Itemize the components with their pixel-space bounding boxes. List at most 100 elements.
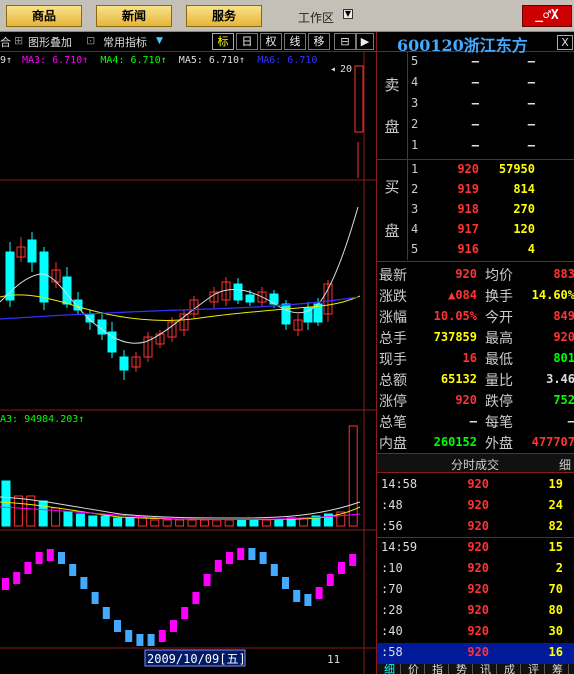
stat-value: ▲084 [448,288,477,302]
workarea-dropdown-icon[interactable]: ▼ [343,9,353,19]
bottom-tab[interactable]: 评 [523,664,545,674]
oscillator-bar [147,634,155,646]
common-indicators-button[interactable]: 常用指标 [103,34,147,50]
volume-bar [212,519,222,527]
ma-legend-item: MA6: 6.710 [257,55,317,66]
oscillator-bar [136,634,144,646]
sell-price: – [471,96,479,110]
stat-value: 14.60% [531,288,574,302]
oscillator-bar [35,552,43,564]
buy-volume: 4 [527,242,535,256]
volume-bar [38,500,48,527]
stat-value: 3.46 [546,372,574,386]
sell-price: – [471,75,479,89]
volume-bar [274,519,284,527]
tick-row: :56 920 82 [377,517,574,538]
stat-label: 总笔 [379,415,407,431]
overlay-label[interactable]: 合 [0,34,11,50]
workarea-label[interactable]: 工作区 [298,9,334,26]
volume-bar [175,519,185,527]
indicators-dropdown-icon[interactable]: ▼ [156,36,163,46]
buy-level: 4 [411,222,419,236]
volume-bar [237,519,247,527]
sell-label-top: 卖 [384,76,400,94]
tick-row: :10 920 2 [377,559,574,580]
price-marker: ◂ [330,64,336,75]
buy-level: 2 [411,182,419,196]
tick-volume: 80 [548,603,563,617]
day-button[interactable]: 日 [236,33,258,50]
bottom-tab[interactable]: 价 [403,664,425,674]
tick-title: 分时成交 [451,458,500,472]
tick-detail-tab[interactable]: 细 [559,456,571,473]
divider [377,261,574,262]
service-button[interactable]: 服务 [186,5,262,27]
overlay-icon[interactable]: ⊞ [14,34,23,47]
move-button[interactable]: 移 [308,33,330,50]
sell-level: 2 [411,117,419,131]
bottom-tab[interactable]: 势 [451,664,473,674]
chart-overlay-button[interactable]: 图形叠加 [28,34,72,50]
volume-bar [137,517,147,527]
stat-label: 量比 [485,373,513,389]
oscillator-bar [248,548,256,560]
stat-value: 260152 [433,435,477,449]
buy-label-bottom: 盘 [384,222,400,240]
tick-price: 920 [467,540,489,554]
bottom-tab[interactable]: 讯 [475,664,497,674]
bottom-tab[interactable]: 细 [379,664,401,674]
candles-group [5,232,333,380]
buy-level: 3 [411,202,419,216]
tick-time: :70 [381,582,403,596]
tick-time: 14:58 [381,477,418,491]
line-button[interactable]: 线 [284,33,306,50]
indicator-icon[interactable]: ⊡ [86,34,95,47]
price-marker-value: 20 [340,64,352,75]
stat-label: 每笔 [485,415,513,431]
tick-time: :56 [381,519,403,533]
oscillator-bar [226,552,233,564]
play-icon[interactable]: ▶ [356,33,374,50]
mark-button[interactable]: 标 [212,33,234,50]
buy-label-top: 买 [384,178,400,196]
volume-bar [249,519,259,527]
stat-label: 涨停 [379,394,407,410]
buy-price[interactable]: 920 [427,162,479,176]
goods-button[interactable]: 商品 [6,5,82,27]
close-icon[interactable]: X [557,35,573,50]
ma-legend: 9↑ MA3: 6.710↑ MA4: 6.710↑ MA5: 6.710↑ MA6: … [0,55,317,66]
rights-button[interactable]: 权 [260,33,282,50]
ma-legend-item: MA5: 6.710↑ [179,55,245,66]
tick-row: :48 920 24 [377,496,574,517]
window-controls[interactable]: _♂X [522,5,572,27]
oscillator-bar [2,578,9,590]
buy-price[interactable]: 917 [427,222,479,236]
volume-bar [1,480,11,527]
buy-price[interactable]: 918 [427,202,479,216]
stat-label: 换手 [485,289,513,305]
tick-volume: 15 [548,540,563,554]
volume-bar [63,511,73,527]
bottom-tab[interactable]: 成 [499,664,521,674]
tick-time: :48 [381,498,403,512]
stat-value: 920 [455,267,477,281]
zoom-icon[interactable]: ⊟ [334,33,356,50]
oscillator-bar [338,562,345,574]
tick-price: 920 [467,477,489,491]
bottom-tab[interactable]: 指 [427,664,449,674]
buy-price[interactable]: 919 [427,182,479,196]
tick-volume: 16 [548,645,563,659]
stat-label: 涨幅 [379,310,407,326]
bottom-tabs: 细价指势讯成评筹 [377,664,574,674]
stat-value: 10.05% [433,309,477,323]
oscillator-bar [237,548,245,560]
sell-price: – [471,138,479,152]
news-button[interactable]: 新闻 [96,5,172,27]
oscillator-bar [46,549,54,561]
buy-price[interactable]: 916 [427,242,479,256]
buy-volume: 57950 [498,162,535,176]
candle-body [233,283,243,301]
oscillator-bar [13,572,21,584]
bottom-tab[interactable]: 筹 [547,664,569,674]
tick-price: 920 [467,624,489,638]
